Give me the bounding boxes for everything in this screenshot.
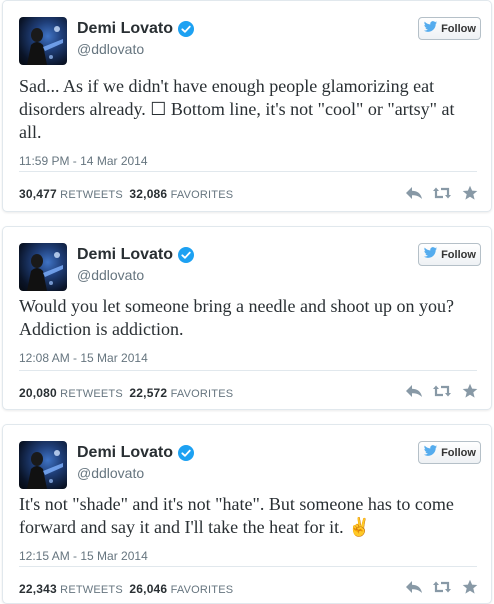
twitter-bird-icon <box>423 247 441 262</box>
avatar[interactable] <box>19 441 67 489</box>
tweet-text: Sad... As if we didn't have enough peopl… <box>19 76 455 142</box>
tweet-text: Would you let someone bring a needle and… <box>19 296 454 339</box>
verified-badge-icon <box>178 247 195 263</box>
retweet-count[interactable]: 22,343 <box>19 582 57 596</box>
timestamp[interactable]: 12:15 AM - 15 Mar 2014 <box>19 549 148 563</box>
divider <box>19 370 477 371</box>
tweet-stats: 30,477 RETWEETS 32,086 FAVORITES <box>19 187 233 201</box>
display-name[interactable]: Demi Lovato <box>77 444 195 462</box>
retweets-label: RETWEETS <box>60 388 123 400</box>
username[interactable]: @ddlovato <box>77 41 144 57</box>
tweet-actions <box>397 382 481 400</box>
star-icon[interactable] <box>459 382 481 400</box>
username[interactable]: @ddlovato <box>77 267 144 283</box>
tweet-actions <box>397 184 481 202</box>
star-icon[interactable] <box>459 184 481 202</box>
favorite-count[interactable]: 32,086 <box>129 187 167 201</box>
star-icon[interactable] <box>459 578 481 596</box>
tweet-stats: 20,080 RETWEETS 22,572 FAVORITES <box>19 386 233 400</box>
display-name-text: Demi Lovato <box>77 20 174 37</box>
verified-badge-icon <box>178 445 195 461</box>
retweets-label: RETWEETS <box>60 584 123 596</box>
reply-icon[interactable] <box>403 382 425 400</box>
retweet-count[interactable]: 20,080 <box>19 386 57 400</box>
display-name-text: Demi Lovato <box>77 246 174 263</box>
follow-label: Follow <box>441 22 476 35</box>
timestamp[interactable]: 11:59 PM - 14 Mar 2014 <box>19 154 148 168</box>
retweet-count[interactable]: 30,477 <box>19 187 57 201</box>
twitter-bird-icon <box>423 445 441 460</box>
favorites-label: FAVORITES <box>170 584 234 596</box>
follow-label: Follow <box>441 248 476 261</box>
tweet-card: Demi Lovato @ddlovato Follow Sad... As i… <box>2 0 492 212</box>
divider <box>19 171 477 172</box>
tweet-card: Demi Lovato @ddlovato Follow Would you l… <box>2 226 492 410</box>
timestamp[interactable]: 12:08 AM - 15 Mar 2014 <box>19 351 148 365</box>
tweet-stats: 22,343 RETWEETS 26,046 FAVORITES <box>19 582 233 596</box>
retweet-icon[interactable] <box>431 184 453 202</box>
display-name[interactable]: Demi Lovato <box>77 20 195 38</box>
avatar[interactable] <box>19 243 67 291</box>
retweet-icon[interactable] <box>431 578 453 596</box>
follow-label: Follow <box>441 446 476 459</box>
reply-icon[interactable] <box>403 184 425 202</box>
divider <box>19 566 477 567</box>
follow-button[interactable]: Follow <box>418 243 481 266</box>
tweet-card: Demi Lovato @ddlovato Follow It's not "s… <box>2 424 492 604</box>
username[interactable]: @ddlovato <box>77 465 144 481</box>
favorite-count[interactable]: 22,572 <box>129 386 167 400</box>
display-name-text: Demi Lovato <box>77 444 174 461</box>
reply-icon[interactable] <box>403 578 425 596</box>
retweets-label: RETWEETS <box>60 189 123 201</box>
retweet-icon[interactable] <box>431 382 453 400</box>
follow-button[interactable]: Follow <box>418 17 481 40</box>
favorites-label: FAVORITES <box>170 388 234 400</box>
avatar[interactable] <box>19 17 67 65</box>
verified-badge-icon <box>178 21 195 37</box>
follow-button[interactable]: Follow <box>418 441 481 464</box>
twitter-bird-icon <box>423 21 441 36</box>
tweet-text: It's not "shade" and it's not "hate". Bu… <box>19 494 454 537</box>
favorite-count[interactable]: 26,046 <box>129 582 167 596</box>
display-name[interactable]: Demi Lovato <box>77 246 195 264</box>
favorites-label: FAVORITES <box>170 189 234 201</box>
tweet-actions <box>397 578 481 596</box>
